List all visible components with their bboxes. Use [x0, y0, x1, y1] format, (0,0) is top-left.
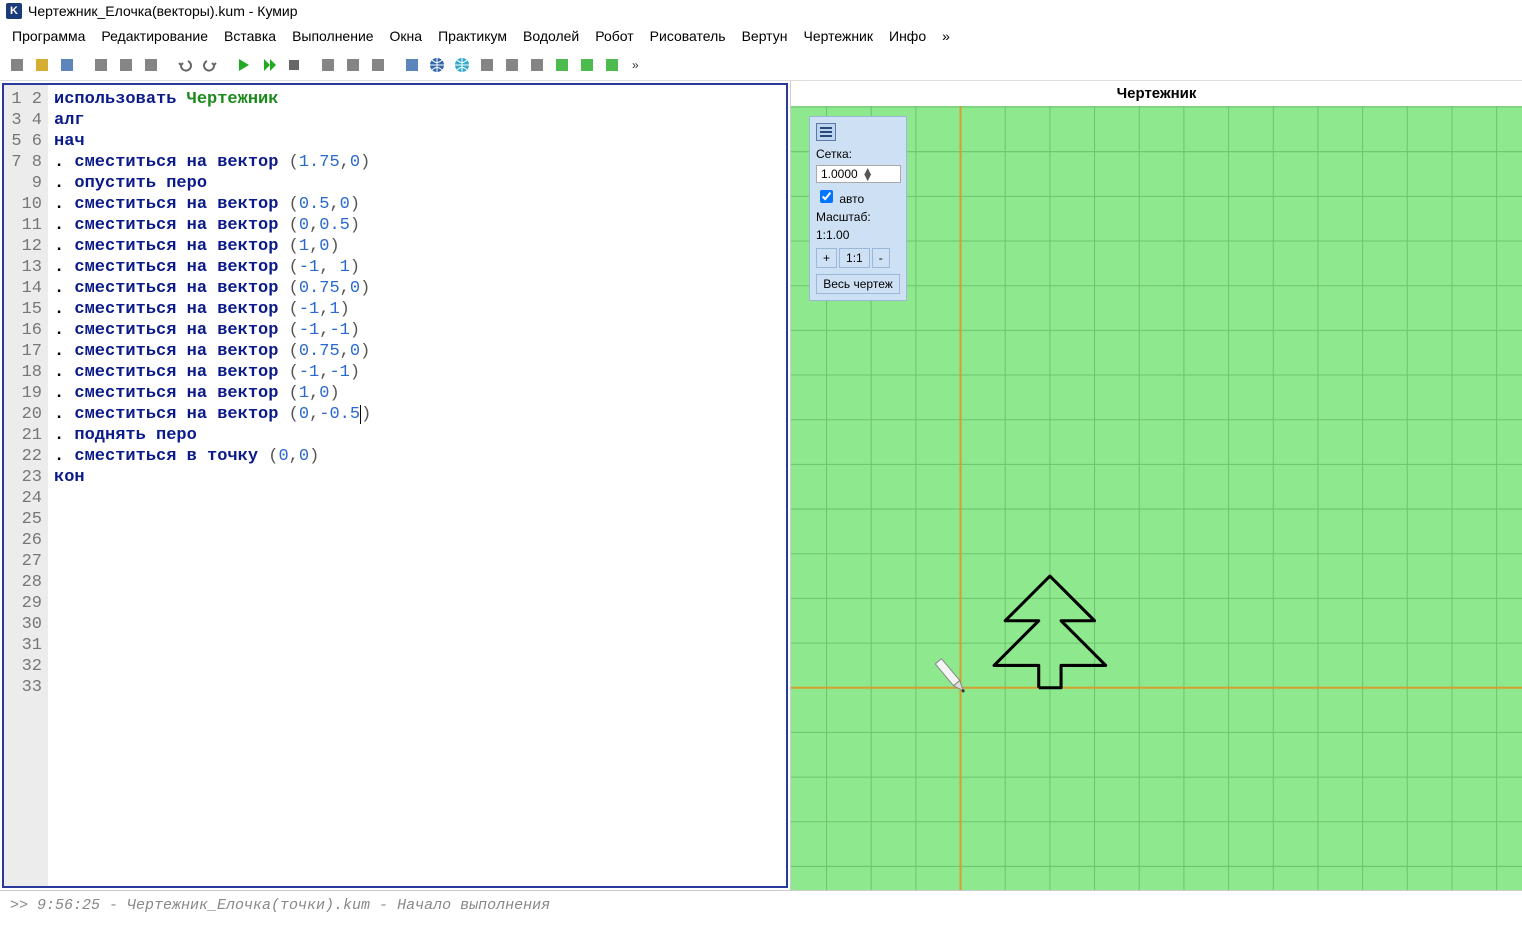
code-editor[interactable]: 1 2 3 4 5 6 7 8 9 10 11 12 13 14 15 16 1…: [2, 83, 788, 888]
grid-green-icon[interactable]: [601, 54, 623, 76]
menu-9[interactable]: Вертун: [734, 24, 796, 48]
auto-checkbox[interactable]: [820, 190, 833, 203]
drawing-canvas[interactable]: Сетка: 1.0000 ▲▼ авто Масштаб: 1:1.00 + …: [791, 106, 1522, 890]
globe-cyan-icon[interactable]: [451, 54, 473, 76]
zoom-out-button[interactable]: -: [872, 248, 890, 268]
console-text: >> 9:56:25 - Чертежник_Елочка(точки).kum…: [10, 897, 550, 914]
menu-5[interactable]: Практикум: [430, 24, 515, 48]
cut-icon[interactable]: [90, 54, 112, 76]
undo-icon[interactable]: [174, 54, 196, 76]
menu-8[interactable]: Рисователь: [642, 24, 734, 48]
window-title: Чертежник_Елочка(векторы).kum - Кумир: [28, 3, 298, 19]
step-icon[interactable]: [258, 54, 280, 76]
panel-1-icon[interactable]: [476, 54, 498, 76]
scale-label: Масштаб:: [816, 210, 900, 224]
menu-4[interactable]: Окна: [382, 24, 431, 48]
app-icon: K: [6, 3, 22, 19]
canvas-controls: Сетка: 1.0000 ▲▼ авто Масштаб: 1:1.00 + …: [809, 116, 907, 301]
menu-11[interactable]: Инфо: [881, 24, 934, 48]
svg-text:»: »: [632, 58, 639, 72]
panel-2-icon[interactable]: [501, 54, 523, 76]
breakpoint-icon[interactable]: [317, 54, 339, 76]
main-area: 1 2 3 4 5 6 7 8 9 10 11 12 13 14 15 16 1…: [0, 81, 1522, 890]
save-file-icon[interactable]: [56, 54, 78, 76]
grid-spinner[interactable]: 1.0000 ▲▼: [816, 165, 901, 183]
menu-2[interactable]: Вставка: [216, 24, 284, 48]
globe-blue-icon[interactable]: [426, 54, 448, 76]
menu-3[interactable]: Выполнение: [284, 24, 381, 48]
step-out-icon[interactable]: [367, 54, 389, 76]
zoom-in-button[interactable]: +: [816, 248, 837, 268]
menu-icon[interactable]: [816, 123, 836, 141]
grid-value: 1.0000: [819, 167, 858, 181]
redo-icon[interactable]: [199, 54, 221, 76]
auto-row[interactable]: авто: [816, 187, 900, 206]
step-into-icon[interactable]: [342, 54, 364, 76]
fit-button[interactable]: Весь чертеж: [816, 274, 900, 294]
grid-view-icon[interactable]: [401, 54, 423, 76]
code-content[interactable]: использовать Чертежник алг нач . сместит…: [48, 85, 786, 886]
left-panel: 1 2 3 4 5 6 7 8 9 10 11 12 13 14 15 16 1…: [0, 81, 790, 890]
menu-0[interactable]: Программа: [4, 24, 93, 48]
menu-6[interactable]: Водолей: [515, 24, 587, 48]
auto-label: авто: [839, 192, 864, 206]
panel-3-icon[interactable]: [526, 54, 548, 76]
line-gutter: 1 2 3 4 5 6 7 8 9 10 11 12 13 14 15 16 1…: [4, 85, 48, 886]
doc-green-icon[interactable]: [551, 54, 573, 76]
console: >> 9:56:25 - Чертежник_Елочка(точки).kum…: [0, 890, 1522, 926]
menu-10[interactable]: Чертежник: [795, 24, 881, 48]
menu-1[interactable]: Редактирование: [93, 24, 216, 48]
drawing-panel: Чертежник Сетка: 1.0000 ▲▼ авто Масштаб:…: [790, 81, 1522, 890]
paste-icon[interactable]: [140, 54, 162, 76]
menu-12[interactable]: »: [934, 24, 958, 48]
drawing-title: Чертежник: [791, 81, 1522, 106]
toolbar: »: [0, 50, 1522, 81]
zoom-reset-button[interactable]: 1:1: [839, 248, 870, 268]
more-icon[interactable]: »: [626, 54, 648, 76]
grid-label: Сетка:: [816, 147, 900, 161]
doc-green2-icon[interactable]: [576, 54, 598, 76]
stop-icon[interactable]: [283, 54, 305, 76]
copy-icon[interactable]: [115, 54, 137, 76]
open-file-icon[interactable]: [31, 54, 53, 76]
new-file-icon[interactable]: [6, 54, 28, 76]
menubar: ПрограммаРедактированиеВставкаВыполнение…: [0, 22, 1522, 50]
titlebar: K Чертежник_Елочка(векторы).kum - Кумир: [0, 0, 1522, 22]
menu-7[interactable]: Робот: [587, 24, 641, 48]
scale-value: 1:1.00: [816, 228, 900, 242]
run-icon[interactable]: [233, 54, 255, 76]
